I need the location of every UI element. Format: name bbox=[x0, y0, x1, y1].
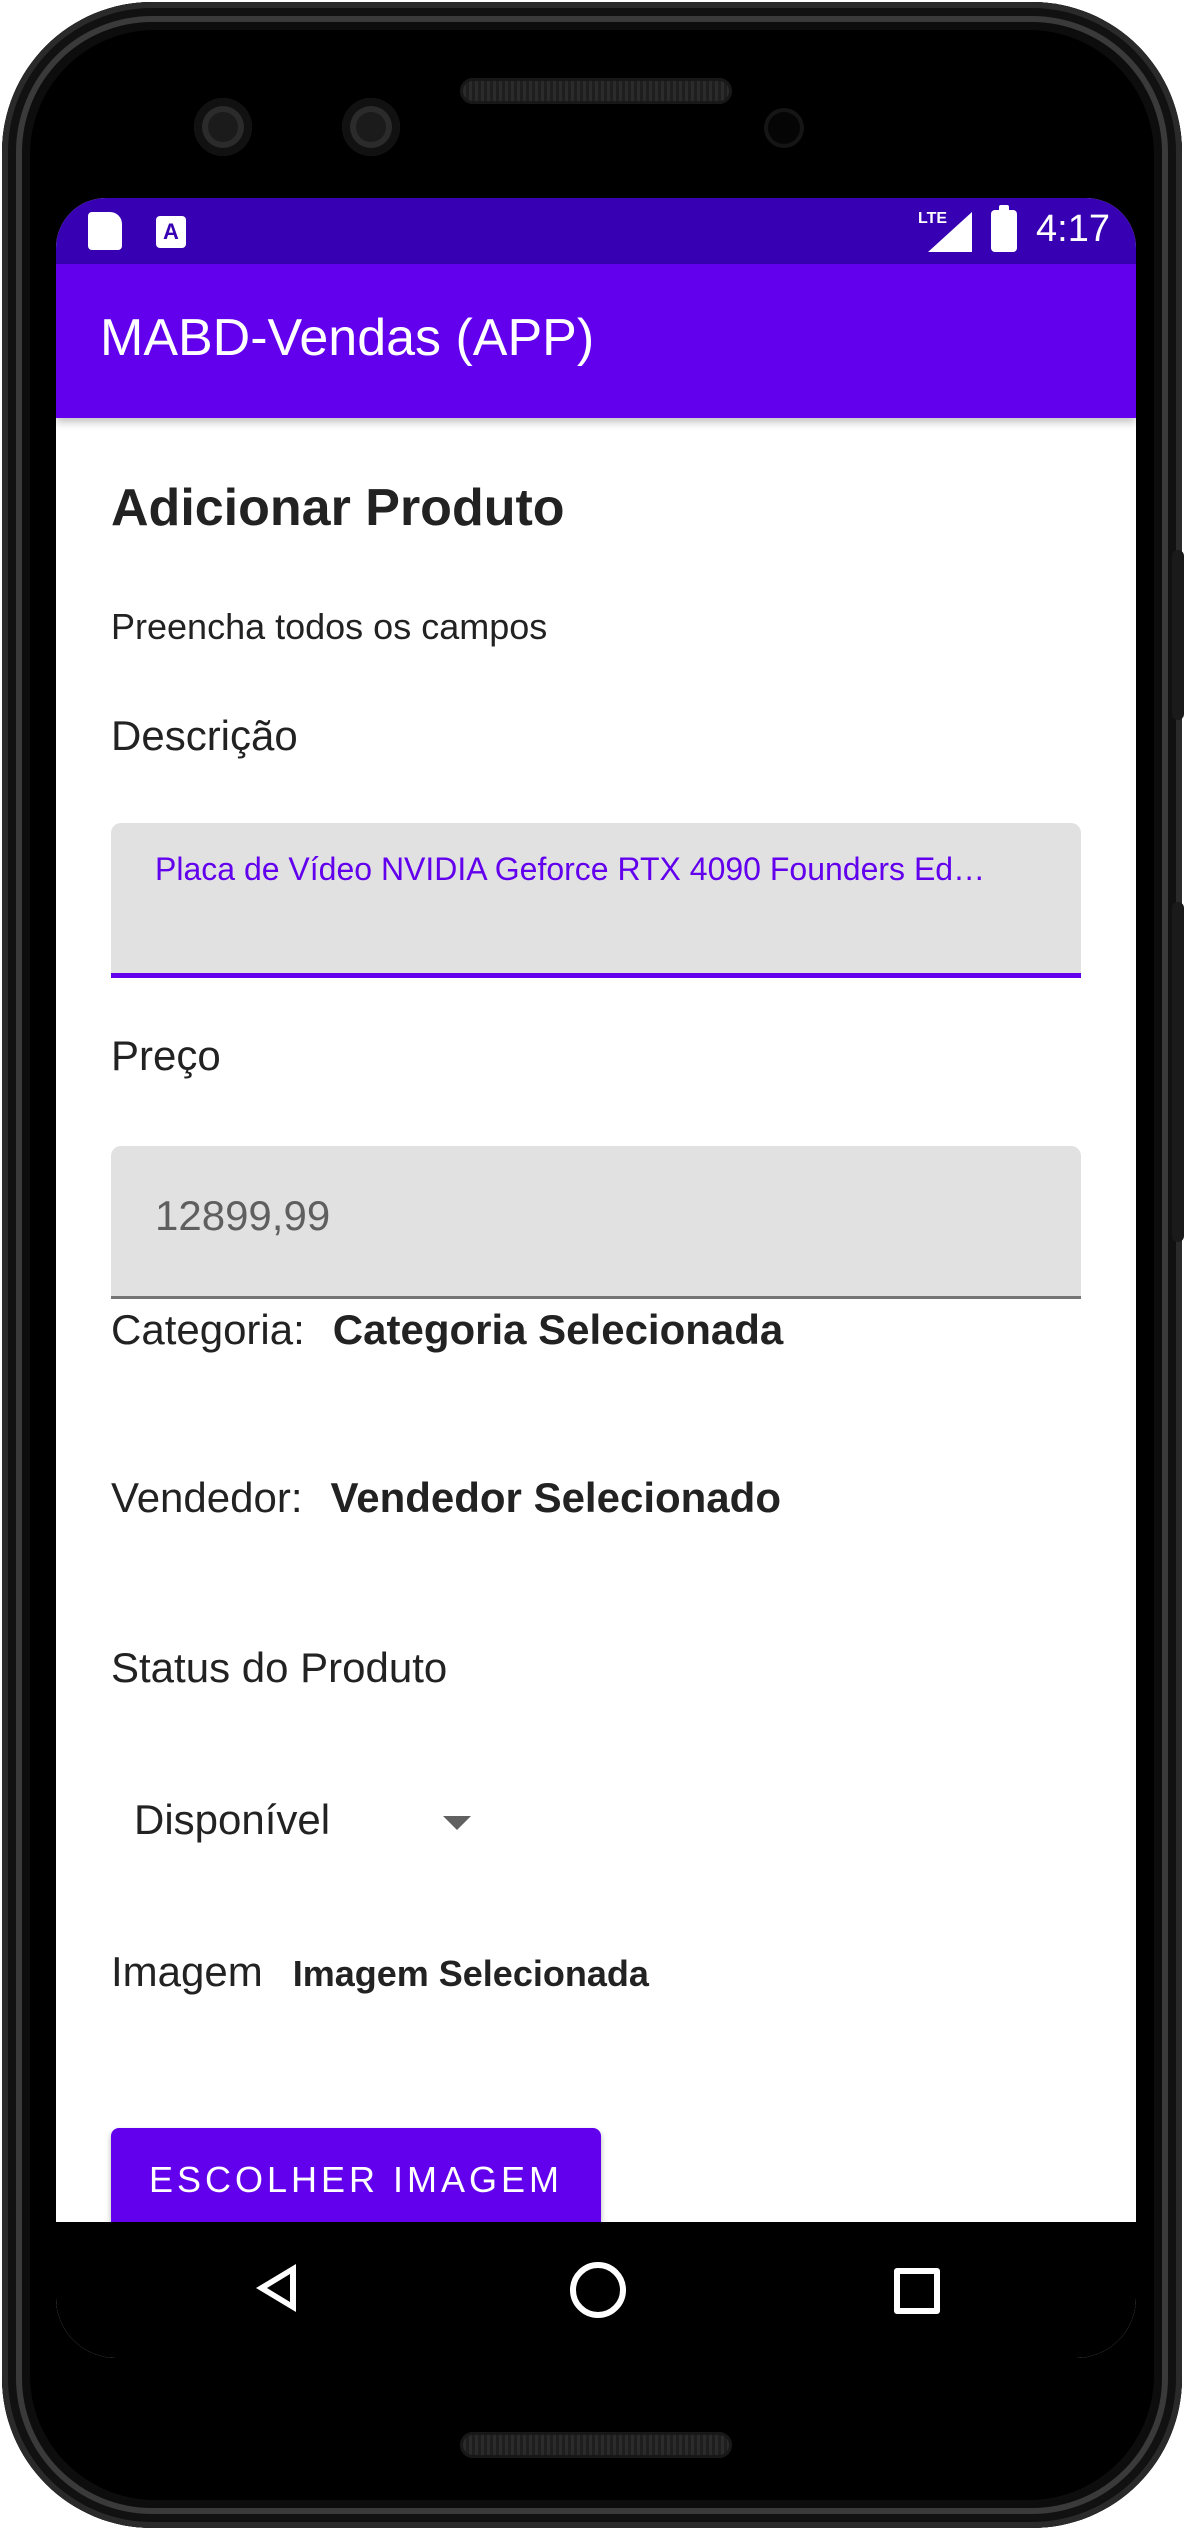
front-camera-icon bbox=[194, 98, 252, 156]
phone-frame: A LTE 4:17 MABD-Vendas (APP) Adicionar P… bbox=[2, 2, 1184, 2528]
lte-signal-icon bbox=[928, 212, 972, 252]
choose-image-button[interactable]: ESCOLHER IMAGEM bbox=[111, 2128, 601, 2232]
price-field[interactable]: 12899,99 bbox=[111, 1146, 1081, 1299]
app-title: MABD-Vendas (APP) bbox=[100, 309, 595, 367]
earpiece-speaker bbox=[460, 78, 732, 104]
description-field[interactable]: Placa de Vídeo NVIDIA Geforce RTX 4090 F… bbox=[111, 823, 1081, 978]
app-bar: MABD-Vendas (APP) bbox=[56, 264, 1136, 418]
description-value: Placa de Vídeo NVIDIA Geforce RTX 4090 F… bbox=[155, 851, 986, 887]
volume-button bbox=[1172, 902, 1184, 1242]
status-selected-value: Disponível bbox=[134, 1796, 331, 1843]
image-value: Imagem Selecionada bbox=[292, 1953, 649, 1994]
price-label: Preço bbox=[111, 1032, 221, 1079]
battery-charging-icon bbox=[991, 205, 1017, 252]
seller-value[interactable]: Vendedor Selecionado bbox=[331, 1474, 781, 1522]
seller-row[interactable]: Vendedor: Vendedor Selecionado bbox=[111, 1474, 781, 1522]
dropdown-arrow-icon bbox=[443, 1816, 471, 1830]
status-label: Status do Produto bbox=[111, 1644, 448, 1691]
power-button bbox=[1172, 550, 1184, 720]
back-icon[interactable] bbox=[256, 2264, 296, 2312]
image-row: Imagem Imagem Selecionada bbox=[111, 1948, 649, 1996]
description-label: Descrição bbox=[111, 712, 298, 759]
navigation-bar bbox=[56, 2222, 1136, 2358]
status-dropdown[interactable]: Disponível bbox=[134, 1792, 494, 1852]
front-camera-icon bbox=[342, 98, 400, 156]
recents-icon[interactable] bbox=[894, 2268, 940, 2314]
sd-card-icon bbox=[88, 212, 122, 250]
screen: A LTE 4:17 MABD-Vendas (APP) Adicionar P… bbox=[56, 198, 1136, 2358]
status-bar: A LTE 4:17 bbox=[56, 198, 1136, 264]
home-icon[interactable] bbox=[570, 2262, 626, 2318]
category-value[interactable]: Categoria Selecionada bbox=[333, 1306, 784, 1354]
category-label: Categoria: bbox=[111, 1306, 305, 1353]
seller-label: Vendedor: bbox=[111, 1474, 303, 1521]
page-title: Adicionar Produto bbox=[111, 479, 565, 537]
form-instructions: Preencha todos os campos bbox=[111, 606, 548, 647]
bottom-speaker bbox=[460, 2432, 732, 2458]
price-placeholder: 12899,99 bbox=[155, 1192, 331, 1239]
text-input-notification-icon: A bbox=[156, 216, 186, 248]
proximity-sensor-icon bbox=[764, 108, 804, 148]
clock: 4:17 bbox=[1036, 208, 1110, 250]
image-label: Imagem bbox=[111, 1948, 263, 1995]
category-row[interactable]: Categoria: Categoria Selecionada bbox=[111, 1306, 783, 1354]
add-product-form: Adicionar Produto Preencha todos os camp… bbox=[56, 418, 1136, 2232]
